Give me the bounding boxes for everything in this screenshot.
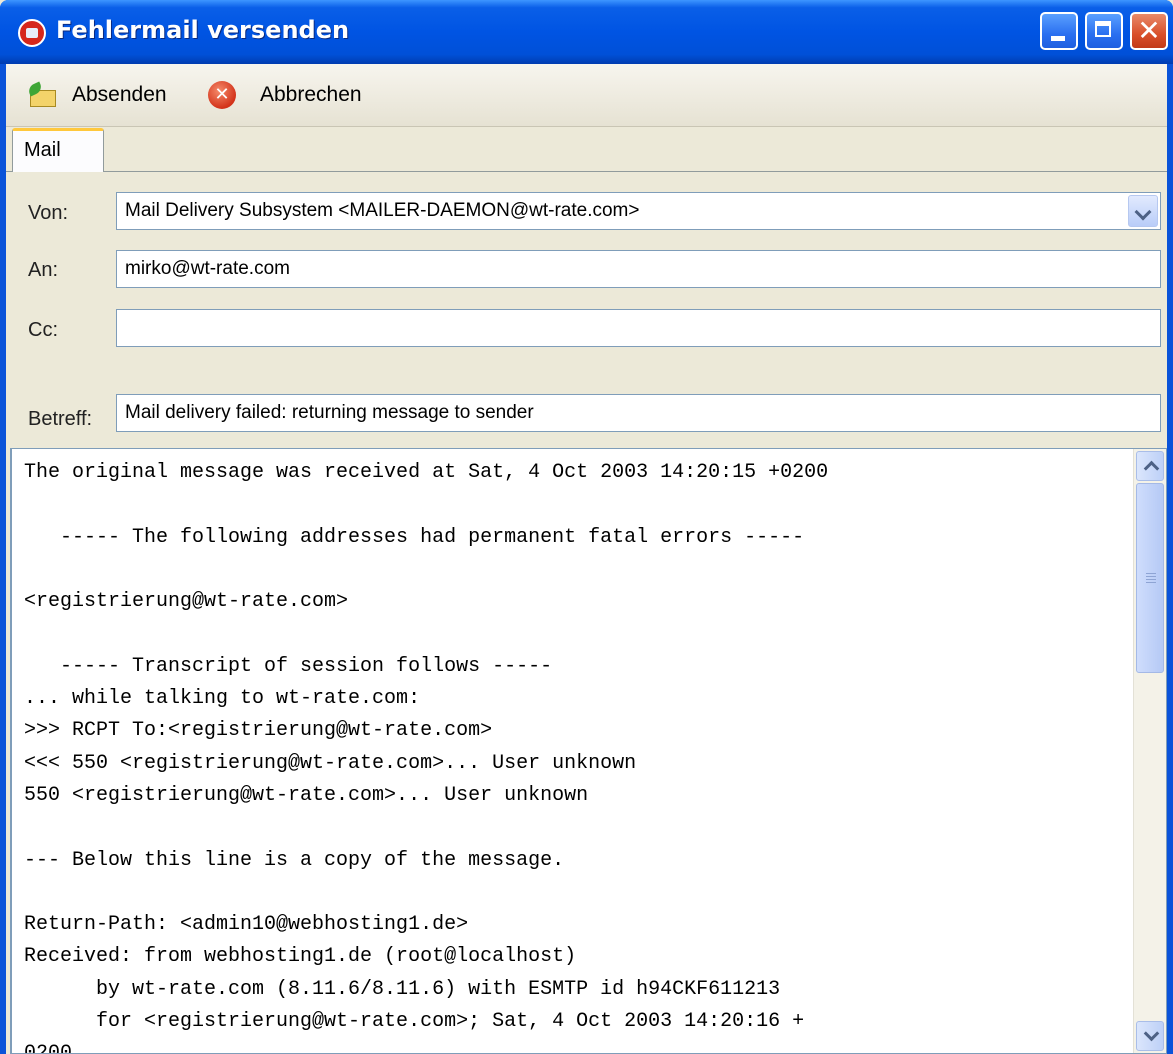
tab-strip: Mail [6, 126, 1167, 172]
to-field[interactable]: mirko@wt-rate.com [116, 250, 1161, 288]
to-label: An: [28, 259, 59, 281]
window-content: Absenden ✕ Abbrechen Mail Von: Mail Deli… [6, 64, 1167, 1054]
send-button[interactable]: Absenden [26, 78, 167, 112]
window-title: Fehlermail versenden [56, 16, 350, 44]
message-body-text[interactable]: The original message was received at Sat… [24, 457, 1134, 1053]
mail-error-icon[interactable] [18, 19, 46, 47]
maximize-icon [1095, 21, 1111, 37]
subject-field[interactable]: Mail delivery failed: returning message … [116, 394, 1161, 432]
from-label: Von: [28, 202, 69, 224]
minimize-button[interactable] [1040, 12, 1078, 50]
cancel-button[interactable]: ✕ Abbrechen [208, 78, 362, 112]
cancel-button-label: Abbrechen [260, 83, 362, 106]
title-bar[interactable]: Fehlermail versenden ✕ [0, 0, 1173, 64]
subject-label: Betreff: [28, 408, 93, 430]
send-mail-icon [26, 80, 60, 110]
mail-header-form: Von: Mail Delivery Subsystem <MAILER-DAE… [6, 172, 1167, 448]
minimize-icon [1051, 36, 1065, 41]
cc-label: Cc: [28, 319, 58, 341]
cc-field[interactable] [116, 309, 1161, 347]
vertical-scrollbar[interactable] [1133, 449, 1166, 1053]
chevron-down-icon[interactable] [1128, 195, 1158, 227]
to-value: mirko@wt-rate.com [125, 258, 290, 279]
cancel-icon: ✕ [208, 81, 236, 109]
message-body[interactable]: The original message was received at Sat… [10, 448, 1167, 1054]
close-button[interactable]: ✕ [1130, 12, 1168, 50]
tab-mail-label: Mail [24, 139, 61, 161]
scroll-down-icon[interactable] [1136, 1021, 1164, 1051]
close-icon: ✕ [1137, 14, 1161, 47]
subject-value: Mail delivery failed: returning message … [125, 402, 534, 423]
scrollbar-thumb[interactable] [1136, 483, 1164, 673]
send-button-label: Absenden [72, 83, 167, 106]
window: Fehlermail versenden ✕ Absenden ✕ Abbrec… [0, 0, 1173, 1054]
from-value: Mail Delivery Subsystem <MAILER-DAEMON@w… [125, 200, 640, 221]
toolbar: Absenden ✕ Abbrechen [6, 64, 1167, 127]
maximize-button[interactable] [1085, 12, 1123, 50]
scroll-up-icon[interactable] [1136, 451, 1164, 481]
from-select[interactable]: Mail Delivery Subsystem <MAILER-DAEMON@w… [116, 192, 1161, 230]
tab-mail[interactable]: Mail [12, 128, 104, 172]
